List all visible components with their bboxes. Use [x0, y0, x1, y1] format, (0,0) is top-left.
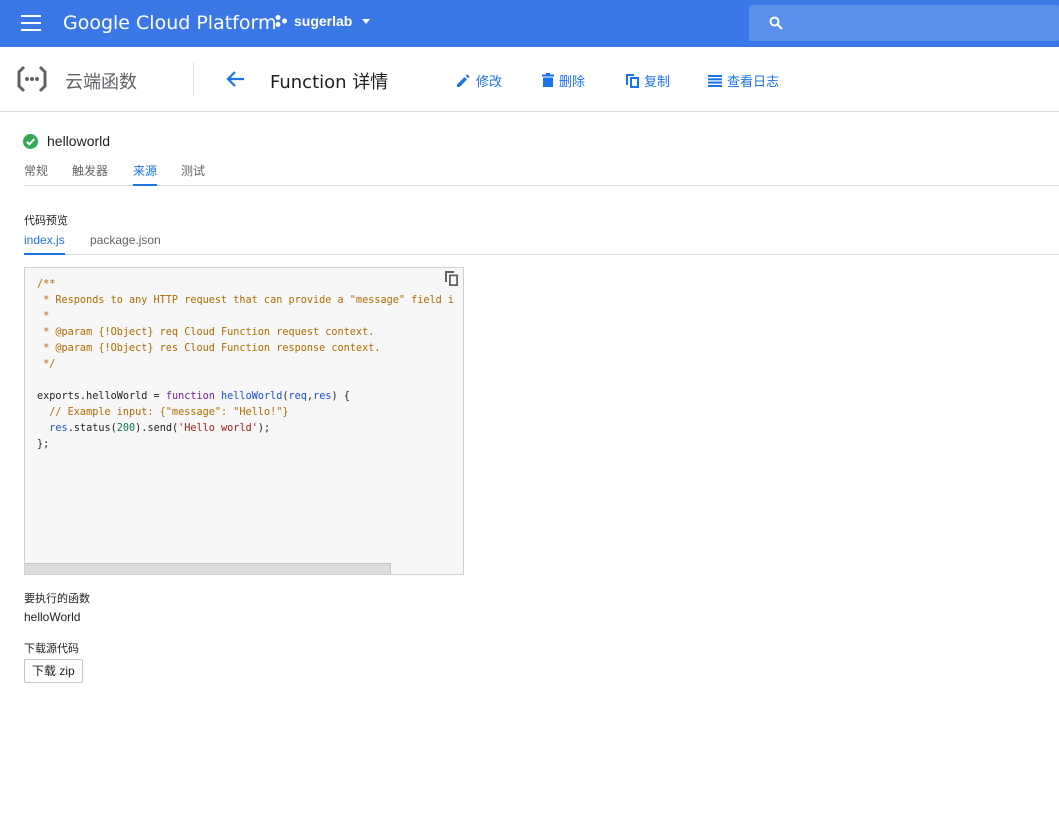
logs-icon — [708, 74, 722, 87]
code-preview-label: 代码预览 — [24, 215, 68, 227]
code-line: exports.helloWorld = function helloWorld… — [37, 391, 350, 402]
function-title: helloworld — [23, 133, 110, 149]
code-line: /** — [37, 279, 56, 290]
view-logs-label: 查看日志 — [727, 74, 780, 89]
copy-icon — [626, 74, 639, 88]
entry-point-value: helloWorld — [24, 610, 81, 624]
page-header: 云端函数 Function 详情 修改 删除 复制 查看日志 — [0, 47, 1059, 112]
detail-tabs: 常规 触发器 来源 测试 — [24, 162, 1059, 186]
code-line: }; — [37, 439, 50, 450]
code-line: res.status(200).send('Hello world'); — [49, 423, 271, 434]
tab-trigger[interactable]: 触发器 — [72, 162, 108, 186]
code-viewer[interactable]: /** * Responds to any HTTP request that … — [24, 267, 464, 575]
code-line: * @param {!Object} req Cloud Function re… — [37, 327, 375, 338]
project-dots-icon — [275, 15, 287, 27]
code-line: * @param {!Object} res Cloud Function re… — [37, 343, 381, 354]
code-line: */ — [37, 359, 56, 370]
search-icon — [769, 16, 783, 30]
download-zip-button[interactable]: 下载 zip — [24, 659, 83, 683]
code-line: * Responds to any HTTP request that can … — [37, 295, 455, 306]
copy-button[interactable]: 复制 — [626, 71, 670, 90]
file-tab-index-js[interactable]: index.js — [24, 233, 65, 255]
copy-label: 复制 — [644, 74, 671, 89]
top-app-bar: Google Cloud Platform sugerlab — [0, 0, 1059, 47]
horizontal-scrollbar[interactable] — [25, 563, 391, 574]
delete-button[interactable]: 删除 — [542, 71, 585, 90]
file-tab-package-json[interactable]: package.json — [90, 233, 161, 255]
tab-general[interactable]: 常规 — [24, 162, 48, 186]
brand-title[interactable]: Google Cloud Platform — [63, 12, 276, 34]
search-input[interactable] — [749, 5, 1059, 41]
view-logs-button[interactable]: 查看日志 — [708, 71, 779, 90]
entry-point-label: 要执行的函数 — [24, 593, 90, 605]
tab-testing[interactable]: 测试 — [181, 162, 205, 186]
edit-button[interactable]: 修改 — [456, 71, 502, 90]
tab-source[interactable]: 来源 — [133, 162, 158, 186]
delete-label: 删除 — [559, 74, 586, 89]
code-content: /** * Responds to any HTTP request that … — [37, 277, 454, 453]
function-name: helloworld — [47, 133, 111, 149]
project-selector[interactable]: sugerlab — [274, 13, 371, 29]
edit-label: 修改 — [476, 74, 503, 89]
code-line: * — [37, 311, 50, 322]
hamburger-menu-icon[interactable] — [21, 15, 41, 31]
page-title: Function 详情 — [270, 72, 389, 93]
header-divider — [193, 62, 194, 96]
chevron-down-icon — [362, 18, 371, 24]
cloud-functions-logo-icon — [17, 65, 47, 93]
status-check-icon — [23, 133, 38, 149]
code-line: // Example input: {"message": "Hello!"} — [37, 407, 289, 418]
project-name: sugerlab — [294, 13, 353, 29]
back-arrow-icon[interactable] — [226, 70, 246, 88]
pencil-icon — [457, 74, 470, 87]
trash-icon — [542, 73, 554, 87]
file-tabs: index.js package.json — [24, 233, 1059, 255]
copy-code-icon[interactable] — [445, 271, 459, 286]
download-source-label: 下载源代码 — [24, 643, 79, 655]
product-name: 云端函数 — [65, 72, 137, 93]
